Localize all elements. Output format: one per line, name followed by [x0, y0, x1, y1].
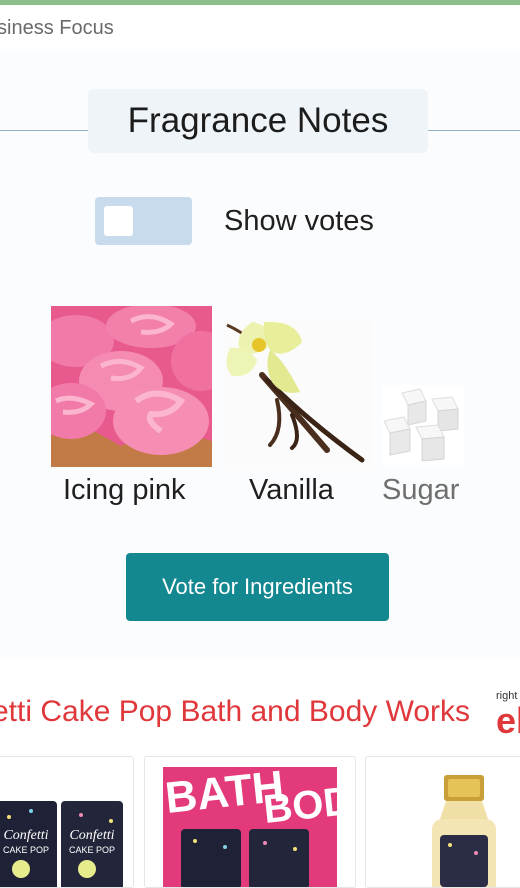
card-text-confetti: Confetti — [3, 828, 48, 843]
show-votes-toggle[interactable] — [95, 197, 192, 245]
title-rule-left — [0, 130, 88, 131]
vote-for-ingredients-button[interactable]: Vote for Ingredients — [126, 553, 389, 621]
vanilla-image[interactable] — [222, 320, 372, 470]
product-section-heading: etti Cake Pop Bath and Body Works — [0, 695, 471, 728]
card-text-confetti-2: Confetti — [69, 828, 114, 843]
product-card[interactable] — [365, 756, 520, 888]
icing-pink-image[interactable] — [51, 306, 212, 467]
title-rule-right — [428, 130, 520, 131]
card-text-cake-pop-2: CAKE POP — [69, 845, 115, 855]
sugar-image[interactable] — [382, 385, 464, 465]
fragrance-notes-title: Fragrance Notes — [88, 89, 428, 153]
toggle-knob — [104, 206, 133, 236]
show-votes-label: Show votes — [224, 205, 374, 237]
product-card[interactable]: Confetti CAKE POP Confetti CAKE POP — [0, 756, 134, 888]
section-label: siness Focus — [0, 17, 114, 39]
product-card[interactable]: BATH BODY — [144, 756, 356, 888]
brand-badge-logo[interactable]: el — [496, 700, 520, 742]
ingredient-name-icing-pink: Icing pink — [63, 474, 186, 506]
top-section-header: siness Focus — [0, 5, 520, 49]
ingredient-name-vanilla: Vanilla — [249, 474, 334, 506]
ingredient-name-sugar: Sugar — [382, 474, 460, 506]
card-text-cake-pop: CAKE POP — [3, 845, 49, 855]
